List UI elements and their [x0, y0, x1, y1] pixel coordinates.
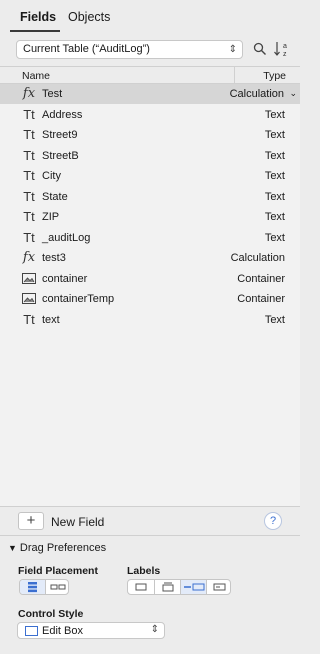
control-style-value: Edit Box — [42, 625, 83, 637]
control-style-label: Control Style — [18, 608, 84, 620]
labels-label: Labels — [127, 565, 161, 577]
field-type: Text — [264, 129, 285, 141]
vertical-stack-icon — [28, 582, 37, 593]
container-image-icon — [20, 291, 38, 307]
table-select-value: Current Table (“AuditLog”) — [23, 43, 150, 55]
add-field-button[interactable]: + — [18, 512, 44, 530]
tab-fields[interactable]: Fields — [20, 10, 56, 24]
field-placement-label: Field Placement — [18, 565, 98, 577]
horizontal-placement-button[interactable] — [45, 580, 68, 594]
table-select[interactable]: Current Table (“AuditLog”) ⇕ — [16, 40, 243, 59]
tab-bar: Fields Objects — [0, 0, 300, 34]
label-top-button[interactable] — [154, 580, 180, 594]
field-row[interactable]: Tt State Text — [0, 187, 300, 207]
new-field-row: + New Field ? — [0, 507, 300, 535]
field-type: Text — [264, 211, 285, 223]
field-name: container — [42, 272, 88, 285]
field-type: Text — [264, 149, 285, 162]
search-icon[interactable] — [253, 42, 267, 56]
tab-objects[interactable]: Objects — [68, 10, 110, 24]
field-row[interactable]: Tt ZIP Text — [0, 207, 300, 227]
field-row[interactable]: Tt _auditLog Text — [0, 228, 300, 248]
svg-text:z: z — [283, 51, 287, 58]
field-row[interactable]: Tt StreetB Text — [0, 146, 300, 166]
text-type-icon: Tt — [23, 188, 35, 204]
text-type-icon: Tt — [23, 168, 35, 183]
label-left-button[interactable] — [180, 580, 206, 594]
field-row[interactable]: Tt Street9 Text — [0, 125, 300, 145]
field-row[interactable]: fx test3 Calculation — [0, 248, 300, 268]
field-name: text — [42, 313, 60, 326]
chevron-updown-icon: ⇕ — [228, 44, 237, 55]
field-name: test3 — [42, 252, 66, 264]
field-name: containerTemp — [42, 293, 115, 305]
text-type-icon: Tt — [23, 106, 35, 122]
field-list: fx Test Calculation ⌄ Tt Address Text Tt Street9… — [0, 84, 300, 506]
field-name: _auditLog — [42, 231, 91, 244]
text-type-icon: Tt — [23, 209, 35, 224]
field-type: Container — [237, 293, 285, 305]
label-inside-icon — [213, 583, 226, 591]
field-row[interactable]: container Container — [0, 269, 300, 289]
label-inside-button[interactable] — [206, 580, 230, 594]
svg-text:a: a — [283, 43, 287, 50]
divider — [0, 535, 300, 536]
container-image-icon — [20, 271, 38, 287]
drag-preferences-header[interactable]: ▼ Drag Preferences — [8, 542, 106, 554]
text-type-icon: Tt — [23, 127, 35, 142]
field-row[interactable]: Tt City Text — [0, 166, 300, 186]
column-type-header[interactable]: Type — [263, 70, 286, 82]
chevron-down-icon[interactable]: ⌄ — [289, 88, 297, 99]
field-name: Address — [42, 108, 83, 121]
calculation-icon: fx — [22, 250, 36, 265]
text-type-icon: Tt — [23, 229, 35, 245]
field-type: Text — [264, 313, 285, 326]
calculation-icon: fx — [22, 86, 36, 101]
labels-control — [127, 579, 231, 595]
field-type: Text — [264, 108, 285, 121]
field-type: Container — [237, 272, 285, 285]
field-row[interactable]: Tt text Text — [0, 310, 300, 330]
label-left-icon — [184, 583, 205, 591]
field-type: Text — [264, 231, 285, 244]
text-type-icon: Tt — [23, 311, 35, 327]
field-name: StreetB — [42, 149, 79, 162]
list-header: Name Type — [0, 66, 300, 84]
help-button[interactable]: ? — [264, 512, 282, 530]
field-placement-control — [19, 579, 69, 595]
label-top-icon — [162, 582, 174, 592]
edit-box-icon — [25, 626, 38, 636]
label-none-button[interactable] — [128, 580, 154, 594]
drag-preferences-title: Drag Preferences — [19, 542, 107, 554]
field-name: ZIP — [42, 211, 60, 223]
control-style-select[interactable]: Edit Box ⇕ — [17, 622, 165, 639]
field-type: Calculation — [230, 252, 285, 264]
field-name: State — [42, 190, 68, 203]
field-type[interactable]: Calculation — [230, 88, 284, 100]
sort-az-icon[interactable]: a z — [273, 40, 293, 58]
field-type: Text — [264, 190, 285, 203]
no-label-icon — [135, 583, 147, 591]
column-divider — [234, 67, 235, 83]
active-tab-indicator — [10, 30, 60, 32]
field-row[interactable]: fx Test Calculation ⌄ — [0, 84, 300, 104]
field-row[interactable]: Tt Address Text — [0, 105, 300, 125]
disclosure-triangle-icon: ▼ — [8, 543, 17, 553]
chevron-updown-icon: ⇕ — [150, 624, 159, 635]
horizontal-row-icon — [50, 584, 66, 590]
field-row[interactable]: containerTemp Container — [0, 289, 300, 309]
field-type: Text — [264, 170, 285, 182]
field-name: Street9 — [42, 129, 78, 141]
field-name: City — [42, 170, 61, 182]
text-type-icon: Tt — [23, 147, 35, 163]
field-name: Test — [42, 88, 63, 100]
new-field-label[interactable]: New Field — [51, 515, 104, 529]
vertical-placement-button[interactable] — [20, 580, 45, 594]
column-name-header[interactable]: Name — [22, 70, 50, 82]
